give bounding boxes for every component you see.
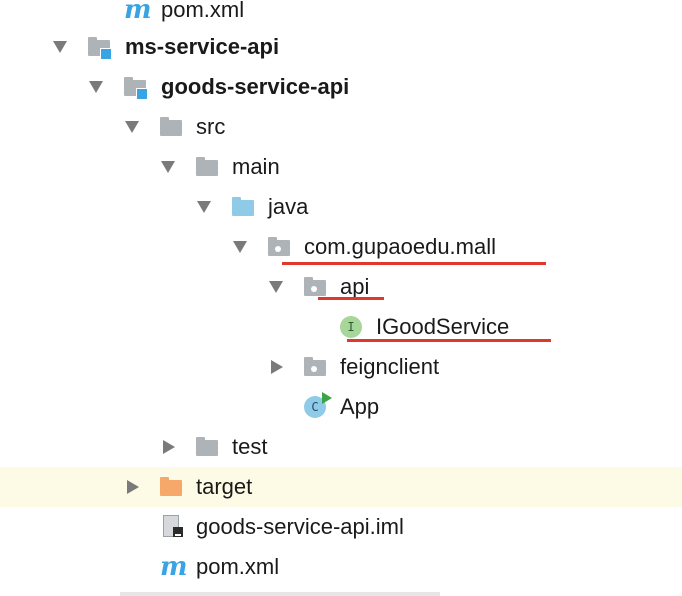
project-tree: m pom.xml ms-service-api goods-service-a…	[0, 0, 682, 596]
tree-item-label: goods-service-api.iml	[196, 514, 404, 539]
folder-icon	[196, 437, 218, 457]
expand-arrow-icon[interactable]	[89, 81, 103, 93]
collapse-arrow-icon[interactable]	[163, 440, 175, 454]
tree-item-label: main	[232, 154, 280, 179]
tree-item-label: pom.xml	[196, 554, 280, 579]
interface-icon: I	[340, 316, 362, 338]
tree-item-label: App	[340, 394, 380, 419]
collapse-arrow-icon[interactable]	[271, 360, 283, 374]
tree-item-label: src	[196, 114, 226, 139]
expand-arrow-icon[interactable]	[269, 281, 283, 293]
expand-arrow-icon[interactable]	[161, 161, 175, 173]
module-folder-icon	[88, 37, 112, 60]
tree-item-label: pom.xml	[161, 0, 245, 22]
expand-arrow-icon[interactable]	[125, 121, 139, 133]
tree-item-ms-service-api[interactable]: ms-service-api	[0, 27, 682, 67]
expand-arrow-icon[interactable]	[53, 41, 67, 53]
maven-icon: m	[160, 552, 188, 582]
tree-item-label: goods-service-api	[161, 74, 350, 99]
tree-item-com-gupaoedu-mall[interactable]: com.gupaoedu.mall	[0, 227, 682, 267]
tree-item-api[interactable]: api	[0, 267, 682, 307]
folder-icon	[196, 157, 218, 177]
tree-item-label: target	[196, 474, 253, 499]
tree-item-label: java	[268, 194, 309, 219]
tree-item-label: test	[232, 434, 268, 459]
tree-item-iml[interactable]: goods-service-api.iml	[0, 507, 682, 547]
tree-item-igoodservice[interactable]: I IGoodService	[0, 307, 682, 347]
run-marker-icon	[322, 392, 332, 404]
collapse-arrow-icon[interactable]	[127, 480, 139, 494]
iml-file-icon	[163, 515, 183, 539]
tree-item-goods-service-api[interactable]: goods-service-api	[0, 67, 682, 107]
tree-item-label: api	[340, 274, 370, 299]
tree-item-target[interactable]: target	[0, 467, 682, 507]
tree-item-app[interactable]: C App	[0, 387, 682, 427]
tree-item-label: ms-service-api	[125, 34, 280, 59]
package-icon	[304, 357, 326, 377]
tree-item-label: com.gupaoedu.mall	[304, 234, 497, 259]
annotation-underline	[282, 262, 546, 265]
next-row-cutoff	[120, 592, 440, 596]
tree-item-src[interactable]: src	[0, 107, 682, 147]
package-icon	[304, 277, 326, 297]
tree-item-label: feignclient	[340, 354, 440, 379]
source-folder-icon	[232, 197, 254, 217]
expand-arrow-icon[interactable]	[233, 241, 247, 253]
tree-item-main[interactable]: main	[0, 147, 682, 187]
module-folder-icon	[124, 77, 148, 100]
annotation-underline	[318, 297, 384, 300]
tree-item-pom-top[interactable]: m pom.xml	[0, 0, 682, 30]
maven-icon: m	[124, 0, 152, 25]
tree-item-pom[interactable]: m pom.xml	[0, 547, 682, 587]
tree-item-java[interactable]: java	[0, 187, 682, 227]
tree-item-feignclient[interactable]: feignclient	[0, 347, 682, 387]
folder-icon	[160, 117, 182, 137]
tree-item-test[interactable]: test	[0, 427, 682, 467]
excluded-folder-icon	[160, 477, 182, 497]
annotation-underline	[347, 339, 551, 342]
expand-arrow-icon[interactable]	[197, 201, 211, 213]
package-icon	[268, 237, 290, 257]
